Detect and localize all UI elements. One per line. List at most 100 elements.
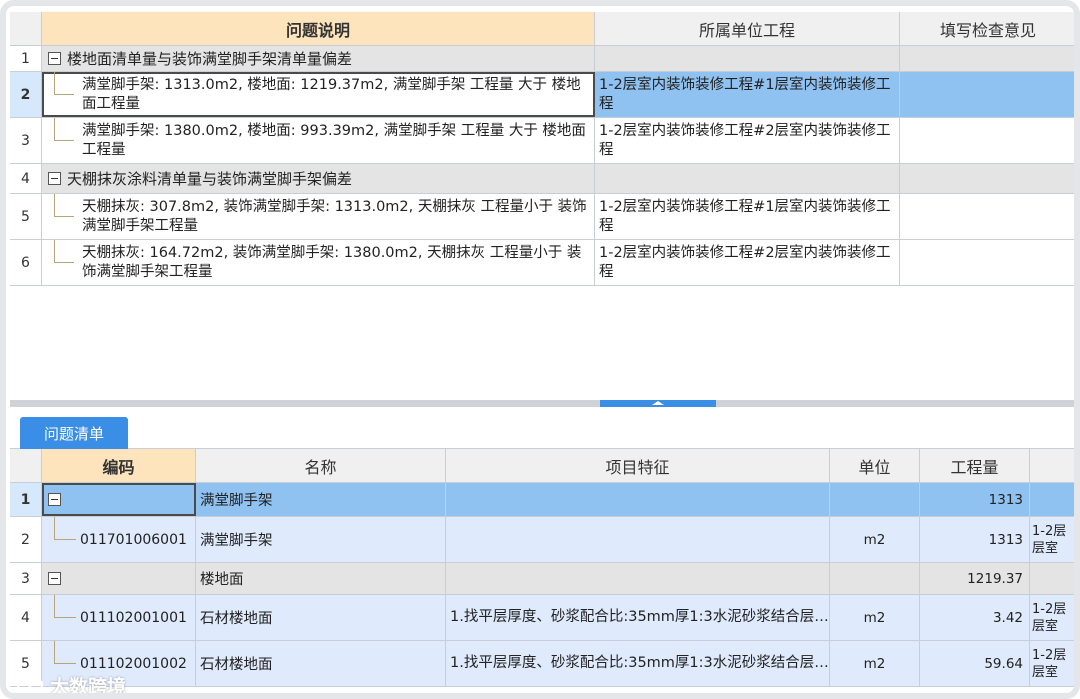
unit-cell[interactable] [830,483,920,516]
row-number: 3 [10,118,42,163]
table-row[interactable]: 3 楼地面 1219.37 [10,563,1074,595]
code-text: 011102001002 [80,655,187,672]
column-header-review-note[interactable]: 填写检查意见 [900,12,1074,45]
top-grid-header: 问题说明 所属单位工程 填写检查意见 [10,12,1074,46]
feature-cell[interactable] [446,517,830,562]
issue-text: 满堂脚手架: 1313.0m2, 楼地面: 1219.37m2, 满堂脚手架 工… [82,76,581,112]
extra-cell[interactable]: 1-2层层室 [1030,641,1074,686]
name-cell[interactable]: 石材楼地面 [196,595,446,640]
unit-cell[interactable]: m2 [830,641,920,686]
review-note-cell[interactable] [900,164,1074,193]
panel-splitter[interactable] [10,400,1074,407]
unit-project-cell[interactable]: 1-2层室内装饰装修工程#2层室内装饰装修工程 [595,118,900,163]
column-header-unit[interactable]: 单位 [830,449,920,482]
quantity-cell[interactable]: 3.42 [920,595,1030,640]
table-row[interactable]: 5 天棚抹灰: 307.8m2, 装饰满堂脚手架: 1313.0m2, 天棚抹灰… [10,194,1074,240]
tree-connector [54,517,76,540]
tab-issue-list[interactable]: 问题清单 [20,417,128,449]
extra-cell[interactable] [1030,563,1074,594]
row-number-header [10,12,42,45]
feature-cell[interactable] [446,563,830,594]
tree-connector [54,595,76,618]
quantity-cell[interactable]: 1313 [920,483,1030,516]
unit-cell[interactable]: m2 [830,595,920,640]
bottom-grid-header: 编码 名称 项目特征 单位 工程量 [10,449,1074,483]
quantity-cell[interactable]: 1219.37 [920,563,1030,594]
review-note-cell[interactable] [900,194,1074,239]
column-header-feature[interactable]: 项目特征 [446,449,830,482]
table-row[interactable]: 2 满堂脚手架: 1313.0m2, 楼地面: 1219.37m2, 满堂脚手架… [10,72,1074,118]
column-header-name[interactable]: 名称 [196,449,446,482]
extra-cell[interactable]: 1-2层层室 [1030,595,1074,640]
issue-text: 天棚抹灰: 307.8m2, 装饰满堂脚手架: 1313.0m2, 天棚抹灰 工… [82,198,587,234]
issue-description-cell[interactable]: 满堂脚手架: 1380.0m2, 楼地面: 993.39m2, 满堂脚手架 工程… [42,118,595,163]
extra-cell[interactable]: 1-2层层室 [1030,517,1074,562]
issue-description-grid: 问题说明 所属单位工程 填写检查意见 1 楼地面清单量与装饰满堂脚手架清单量偏差… [10,12,1074,400]
extra-cell[interactable] [1030,483,1074,516]
name-cell[interactable]: 楼地面 [196,563,446,594]
row-number: 4 [10,164,42,193]
table-row[interactable]: 1 楼地面清单量与装饰满堂脚手架清单量偏差 [10,46,1074,72]
collapse-icon[interactable] [48,52,61,65]
row-number: 2 [10,517,42,562]
review-note-cell[interactable] [900,46,1074,71]
group-title: 天棚抹灰涂料清单量与装饰满堂脚手架偏差 [67,170,353,188]
feature-cell[interactable]: 1.找平层厚度、砂浆配合比:35mm厚1:3水泥砂浆结合层… [446,641,830,686]
row-number-header [10,449,42,482]
row-number: 1 [10,483,42,516]
app-window: 问题说明 所属单位工程 填写检查意见 1 楼地面清单量与装饰满堂脚手架清单量偏差… [0,0,1080,699]
review-note-cell[interactable] [900,72,1074,117]
row-number: 3 [10,563,42,594]
issue-description-cell[interactable]: 满堂脚手架: 1313.0m2, 楼地面: 1219.37m2, 满堂脚手架 工… [42,72,595,117]
code-text: 011102001001 [80,609,187,626]
column-header-description[interactable]: 问题说明 [42,12,595,45]
code-text: 011701006001 [80,531,187,548]
review-note-cell[interactable] [900,118,1074,163]
column-header-extra[interactable] [1030,449,1074,482]
group-description-cell[interactable]: 楼地面清单量与装饰满堂脚手架清单量偏差 [42,46,595,71]
quantity-cell[interactable]: 1313 [920,517,1030,562]
group-description-cell[interactable]: 天棚抹灰涂料清单量与装饰满堂脚手架偏差 [42,164,595,193]
row-number: 5 [10,194,42,239]
table-row[interactable]: 1 满堂脚手架 1313 [10,483,1074,517]
table-row[interactable]: 4 011102001001 石材楼地面 1.找平层厚度、砂浆配合比:35mm厚… [10,595,1074,641]
table-row[interactable]: 2 011701006001 满堂脚手架 m2 1313 1-2层层室 [10,517,1074,563]
unit-project-cell[interactable]: 1-2层室内装饰装修工程#2层室内装饰装修工程 [595,240,900,285]
review-note-cell[interactable] [900,240,1074,285]
unit-cell[interactable]: m2 [830,517,920,562]
issue-text: 天棚抹灰: 164.72m2, 装饰满堂脚手架: 1380.0m2, 天棚抹灰 … [82,244,582,280]
name-cell[interactable]: 石材楼地面 [196,641,446,686]
issue-description-cell[interactable]: 天棚抹灰: 307.8m2, 装饰满堂脚手架: 1313.0m2, 天棚抹灰 工… [42,194,595,239]
table-row[interactable]: 5 011102001002 石材楼地面 1.找平层厚度、砂浆配合比:35mm厚… [10,641,1074,687]
tree-connector [54,194,74,217]
issue-description-cell[interactable]: 天棚抹灰: 164.72m2, 装饰满堂脚手架: 1380.0m2, 天棚抹灰 … [42,240,595,285]
tree-connector [54,72,74,95]
table-row[interactable]: 3 满堂脚手架: 1380.0m2, 楼地面: 993.39m2, 满堂脚手架 … [10,118,1074,164]
unit-project-cell[interactable] [595,46,900,71]
quantity-cell[interactable]: 59.64 [920,641,1030,686]
code-cell[interactable]: 011701006001 [42,517,196,562]
feature-cell[interactable]: 1.找平层厚度、砂浆配合比:35mm厚1:3水泥砂浆结合层… [446,595,830,640]
feature-cell[interactable] [446,483,830,516]
unit-project-cell[interactable]: 1-2层室内装饰装修工程#1层室内装饰装修工程 [595,72,900,117]
column-header-unit-project[interactable]: 所属单位工程 [595,12,900,45]
collapse-icon[interactable] [48,572,61,585]
table-row[interactable]: 6 天棚抹灰: 164.72m2, 装饰满堂脚手架: 1380.0m2, 天棚抹… [10,240,1074,286]
column-header-code[interactable]: 编码 [42,449,196,482]
unit-project-cell[interactable] [595,164,900,193]
watermark-logo-icon [17,678,43,692]
splitter-handle[interactable] [600,400,716,407]
watermark: 大数跨境 [16,673,126,693]
issue-list-grid: 编码 名称 项目特征 单位 工程量 1 满堂脚手架 1313 2 0117010… [10,449,1074,693]
code-cell[interactable] [42,563,196,594]
code-cell[interactable] [42,483,196,516]
unit-cell[interactable] [830,563,920,594]
collapse-icon[interactable] [48,493,61,506]
name-cell[interactable]: 满堂脚手架 [196,517,446,562]
column-header-quantity[interactable]: 工程量 [920,449,1030,482]
table-row[interactable]: 4 天棚抹灰涂料清单量与装饰满堂脚手架偏差 [10,164,1074,194]
code-cell[interactable]: 011102001001 [42,595,196,640]
collapse-icon[interactable] [48,172,61,185]
name-cell[interactable]: 满堂脚手架 [196,483,446,516]
unit-project-cell[interactable]: 1-2层室内装饰装修工程#1层室内装饰装修工程 [595,194,900,239]
